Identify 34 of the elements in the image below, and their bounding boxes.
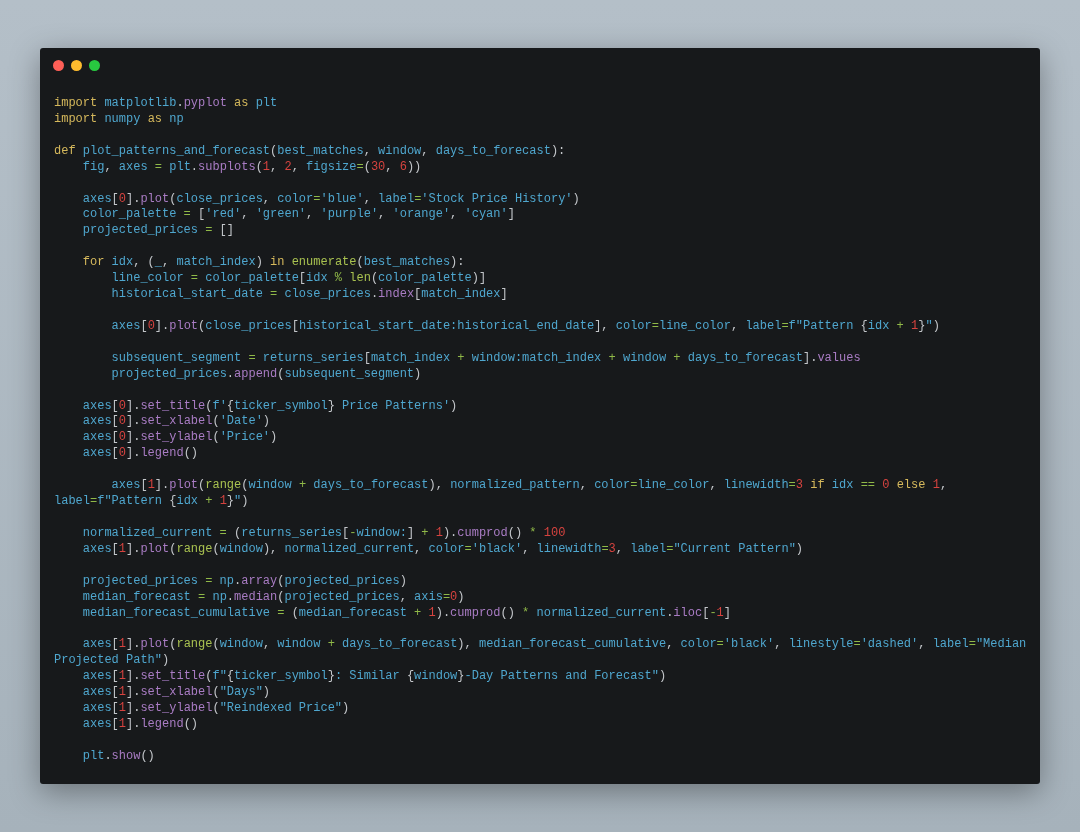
code-line: import matplotlib.pyplot as plt (54, 96, 278, 110)
code-line: axes[1].plot(range(window + days_to_forecast), normalized_pattern, color=line_color, linewidth=3 if idx == 0 else 1, (111, 478, 948, 493)
code-line: axes[0].plot(close_prices[historical_start_date:historical_end_date], color=line_color, label=f"Pattern {idx + 1}") (111, 318, 940, 333)
code-line: line_color = color_palette[idx % len(color_palette)] (111, 271, 487, 286)
code-line: normalized_current = (returns_series[-window:] + 1).cumprod() * 100 (82, 525, 566, 540)
close-icon[interactable] (53, 60, 64, 71)
code-line: def plot_patterns_and_forecast(best_matches, window, days_to_forecast): (54, 143, 566, 158)
minimize-icon[interactable] (71, 60, 82, 71)
code-line: projected_prices = [] (82, 223, 235, 238)
code-line: axes[1].set_xlabel("Days") (82, 685, 271, 700)
code-line: axes[1].set_title(f"{ticker_symbol}: Similar {window}-Day Patterns and Forecast") (82, 669, 667, 684)
code-line: subsequent_segment = returns_series[match_index + window:match_index + window + days_to_forecast].values (111, 350, 861, 365)
code-line: axes[1].set_ylabel("Reindexed Price") (82, 701, 350, 716)
maximize-icon[interactable] (89, 60, 100, 71)
code-line: for idx, (_, match_index) in enumerate(best_matches): (82, 255, 465, 270)
code-line: axes[1].plot(range(window), normalized_current, color='black', linewidth=3, label="Current Pattern") (82, 541, 804, 556)
code-line: fig, axes = plt.subplots(1, 2, figsize=(30, 6)) (82, 159, 422, 174)
code-line: median_forecast_cumulative = (median_forecast + 1).cumprod() * normalized_current.iloc[-1] (82, 605, 731, 620)
code-line: median_forecast = np.median(projected_prices, axis=0) (82, 589, 465, 604)
code-line: projected_prices.append(subsequent_segment) (111, 366, 422, 381)
code-line: projected_prices = np.array(projected_prices) (82, 573, 407, 588)
code-line: plt.show() (82, 748, 155, 763)
code-line: Projected Path") (54, 653, 170, 668)
code-line: axes[0].legend() (82, 446, 199, 461)
code-line: axes[0].set_xlabel('Date') (82, 414, 271, 429)
code-line: axes[0].plot(close_prices, color='blue', label='Stock Price History') (82, 191, 580, 206)
code-line: axes[1].plot(range(window, window + days_to_forecast), median_forecast_cumulative, color='black', linestyle='dashed', label="Median (82, 637, 1027, 652)
code-line: historical_start_date = close_prices.index[match_index] (111, 287, 508, 302)
code-line: axes[0].set_ylabel('Price') (82, 430, 278, 445)
code-line: color_palette = ['red', 'green', 'purple', 'orange', 'cyan'] (82, 207, 515, 222)
code-line: import numpy as np (54, 111, 184, 126)
code-line: axes[0].set_title(f'{ticker_symbol} Price Patterns') (82, 398, 458, 413)
code-line: label=f"Pattern {idx + 1}") (54, 494, 249, 509)
code-line: axes[1].legend() (82, 716, 199, 731)
